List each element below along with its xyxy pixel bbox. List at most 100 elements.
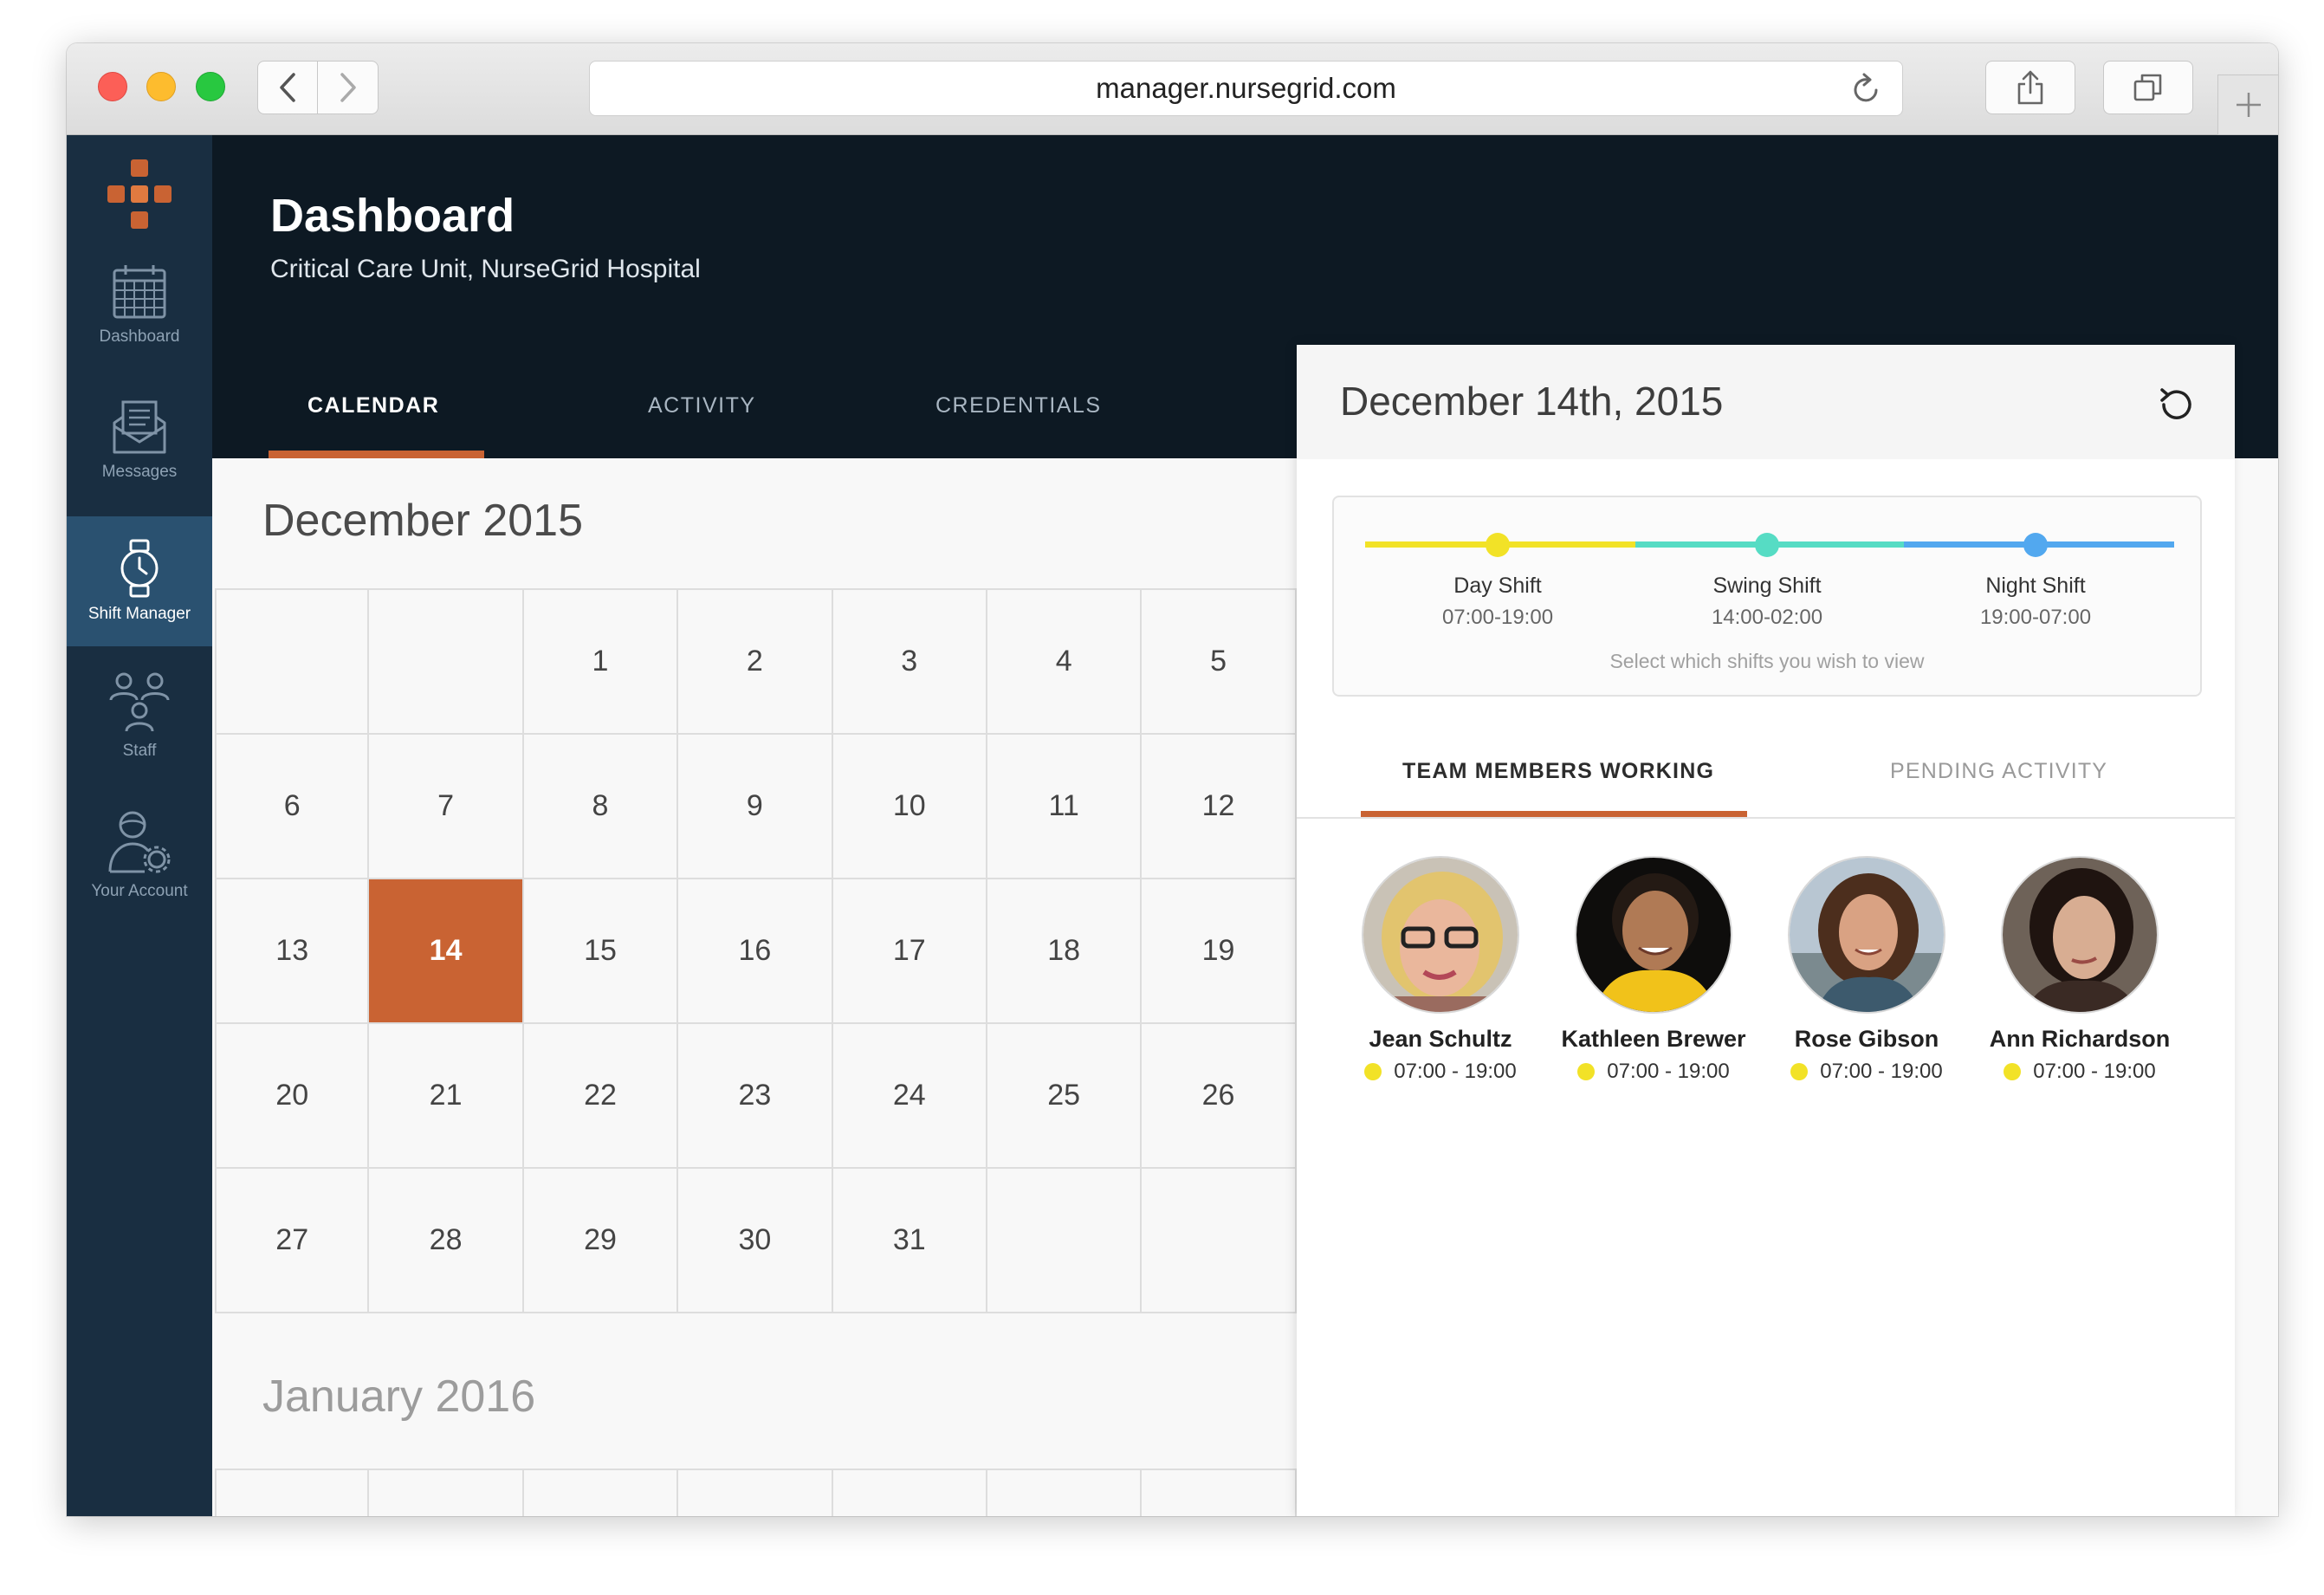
calendar-day-cell[interactable]: 4 (987, 590, 1143, 733)
calendar-day-cell[interactable]: 17 (833, 879, 987, 1022)
calendar-day-cell[interactable]: 27 (215, 1169, 370, 1312)
back-button[interactable] (257, 61, 318, 114)
close-window-button[interactable] (98, 72, 127, 101)
tabs-icon (2133, 74, 2162, 101)
staff-icon (109, 672, 170, 732)
page-title: Dashboard (270, 190, 515, 242)
shift-name: Swing Shift (1712, 574, 1822, 598)
calendar-day-cell[interactable]: 3 (833, 590, 987, 733)
address-bar[interactable]: manager.nursegrid.com (589, 61, 1903, 116)
sidebar-item-label: Dashboard (99, 327, 180, 346)
account-gear-icon (108, 811, 171, 873)
next-month-title: January 2016 (262, 1371, 536, 1422)
day-shift-toggle[interactable] (1486, 533, 1510, 557)
forward-button[interactable] (318, 61, 379, 114)
show-tabs-button[interactable] (2103, 61, 2193, 114)
sidebar-item-shift-manager[interactable]: Shift Manager (67, 516, 212, 646)
day-detail-panel: December 14th, 2015 Day Shift 07:00-19:0… (1297, 345, 2235, 1516)
nursegrid-logo[interactable] (107, 159, 172, 229)
calendar-day-cell[interactable]: 12 (1142, 735, 1297, 878)
calendar-day-cell (215, 1470, 370, 1516)
watch-icon (120, 539, 159, 598)
shift-time: 14:00-02:00 (1711, 606, 1823, 629)
calendar-day-cell[interactable]: 1 (524, 590, 679, 733)
calendar-day-cell (369, 590, 524, 733)
next-month-grid (215, 1469, 1297, 1516)
shift-time: 19:00-07:00 (1979, 606, 2092, 629)
calendar-day-cell[interactable]: 6 (215, 735, 370, 878)
share-button[interactable] (1985, 61, 2075, 114)
sidebar-item-label: Your Account (91, 882, 188, 900)
sidebar-item-messages[interactable]: Messages (67, 399, 212, 494)
sidebar-item-dashboard[interactable]: Dashboard (67, 263, 212, 359)
shift-name: Day Shift (1453, 574, 1542, 598)
day-shift-option[interactable]: Day Shift 07:00-19:00 (1368, 574, 1628, 630)
avatar (1788, 856, 1945, 1014)
reload-icon[interactable] (1850, 73, 1881, 106)
member-time-text: 07:00 - 19:00 (1607, 1060, 1730, 1083)
calendar-day-cell[interactable]: 13 (215, 879, 370, 1022)
calendar-day-cell[interactable]: 25 (987, 1024, 1143, 1167)
avatar (1362, 856, 1519, 1014)
avatar (1575, 856, 1732, 1014)
calendar-day-cell[interactable]: 22 (524, 1024, 679, 1167)
calendar-day-cell[interactable]: 26 (1142, 1024, 1297, 1167)
calendar-day-cell[interactable]: 19 (1142, 879, 1297, 1022)
calendar-week: 20 21 22 23 24 25 26 (215, 1024, 1297, 1169)
sidebar-item-label: Staff (122, 742, 157, 760)
chevron-right-icon (340, 73, 356, 102)
team-member-card[interactable]: Kathleen Brewer 07:00 - 19:00 (1545, 856, 1762, 1084)
url-text: manager.nursegrid.com (1096, 72, 1396, 104)
calendar-day-cell[interactable]: 31 (833, 1169, 987, 1312)
calendar-day-cell[interactable]: 24 (833, 1024, 987, 1167)
team-member-card[interactable]: Rose Gibson 07:00 - 19:00 (1758, 856, 1975, 1084)
calendar-day-cell[interactable]: 5 (1142, 590, 1297, 733)
new-tab-button[interactable] (2217, 75, 2278, 135)
calendar-day-cell[interactable]: 30 (678, 1169, 833, 1312)
tab-credentials[interactable]: CREDENTIALS (935, 393, 1102, 418)
calendar-day-cell[interactable]: 2 (678, 590, 833, 733)
calendar-day-cell[interactable]: 18 (987, 879, 1143, 1022)
tab-team-members-working[interactable]: TEAM MEMBERS WORKING (1402, 759, 1714, 784)
refresh-icon[interactable] (2157, 385, 2197, 425)
calendar-week: 27 28 29 30 31 (215, 1169, 1297, 1313)
sidebar-item-your-account[interactable]: Your Account (67, 809, 212, 913)
tab-pending-activity[interactable]: PENDING ACTIVITY (1890, 759, 2107, 784)
calendar-day-selected[interactable]: 14 (369, 879, 524, 1022)
calendar-day-cell[interactable]: 7 (369, 735, 524, 878)
team-member-card[interactable]: Jean Schultz 07:00 - 19:00 (1332, 856, 1549, 1084)
minimize-window-button[interactable] (146, 72, 176, 101)
member-time-text: 07:00 - 19:00 (1820, 1060, 1943, 1083)
swing-shift-option[interactable]: Swing Shift 14:00-02:00 (1637, 574, 1897, 630)
calendar-day-cell[interactable]: 8 (524, 735, 679, 878)
calendar-day-cell[interactable]: 9 (678, 735, 833, 878)
chevron-left-icon (280, 73, 295, 102)
calendar-day-cell[interactable]: 21 (369, 1024, 524, 1167)
calendar-day-cell[interactable]: 16 (678, 879, 833, 1022)
calendar-day-cell[interactable]: 11 (987, 735, 1143, 878)
maximize-window-button[interactable] (196, 72, 225, 101)
shift-hint-text: Select which shifts you wish to view (1609, 650, 1925, 672)
calendar-day-cell[interactable]: 20 (215, 1024, 370, 1167)
calendar-day-cell[interactable]: 23 (678, 1024, 833, 1167)
calendar-day-cell[interactable]: 29 (524, 1169, 679, 1312)
team-member-card[interactable]: Ann Richardson 07:00 - 19:00 (1971, 856, 2188, 1084)
member-shift-time: 07:00 - 19:00 (1790, 1060, 1943, 1084)
calendar-grid: 1 2 3 4 5 6 7 8 9 10 11 12 13 14 15 16 1… (215, 588, 1297, 1313)
calendar-day-cell (987, 1169, 1143, 1312)
calendar-day-cell[interactable]: 15 (524, 879, 679, 1022)
calendar-day-cell (215, 590, 370, 733)
member-shift-time: 07:00 - 19:00 (1577, 1060, 1730, 1084)
calendar-day-cell[interactable]: 10 (833, 735, 987, 878)
night-shift-option[interactable]: Night Shift 19:00-07:00 (1906, 574, 2165, 630)
browser-window: manager.nursegrid.com Dashboard Messages… (67, 43, 2278, 1516)
tab-activity[interactable]: ACTIVITY (648, 393, 756, 418)
swing-shift-toggle[interactable] (1755, 533, 1779, 557)
sidebar-item-staff[interactable]: Staff (67, 672, 212, 768)
night-shift-toggle[interactable] (2023, 533, 2048, 557)
calendar-day-cell[interactable]: 28 (369, 1169, 524, 1312)
calendar-day-cell (1142, 1470, 1297, 1516)
calendar-view: December 2015 1 2 3 4 5 6 7 8 9 10 11 12 (212, 458, 1297, 1516)
panel-tab-divider (1297, 817, 2235, 819)
tab-calendar[interactable]: CALENDAR (307, 393, 439, 418)
